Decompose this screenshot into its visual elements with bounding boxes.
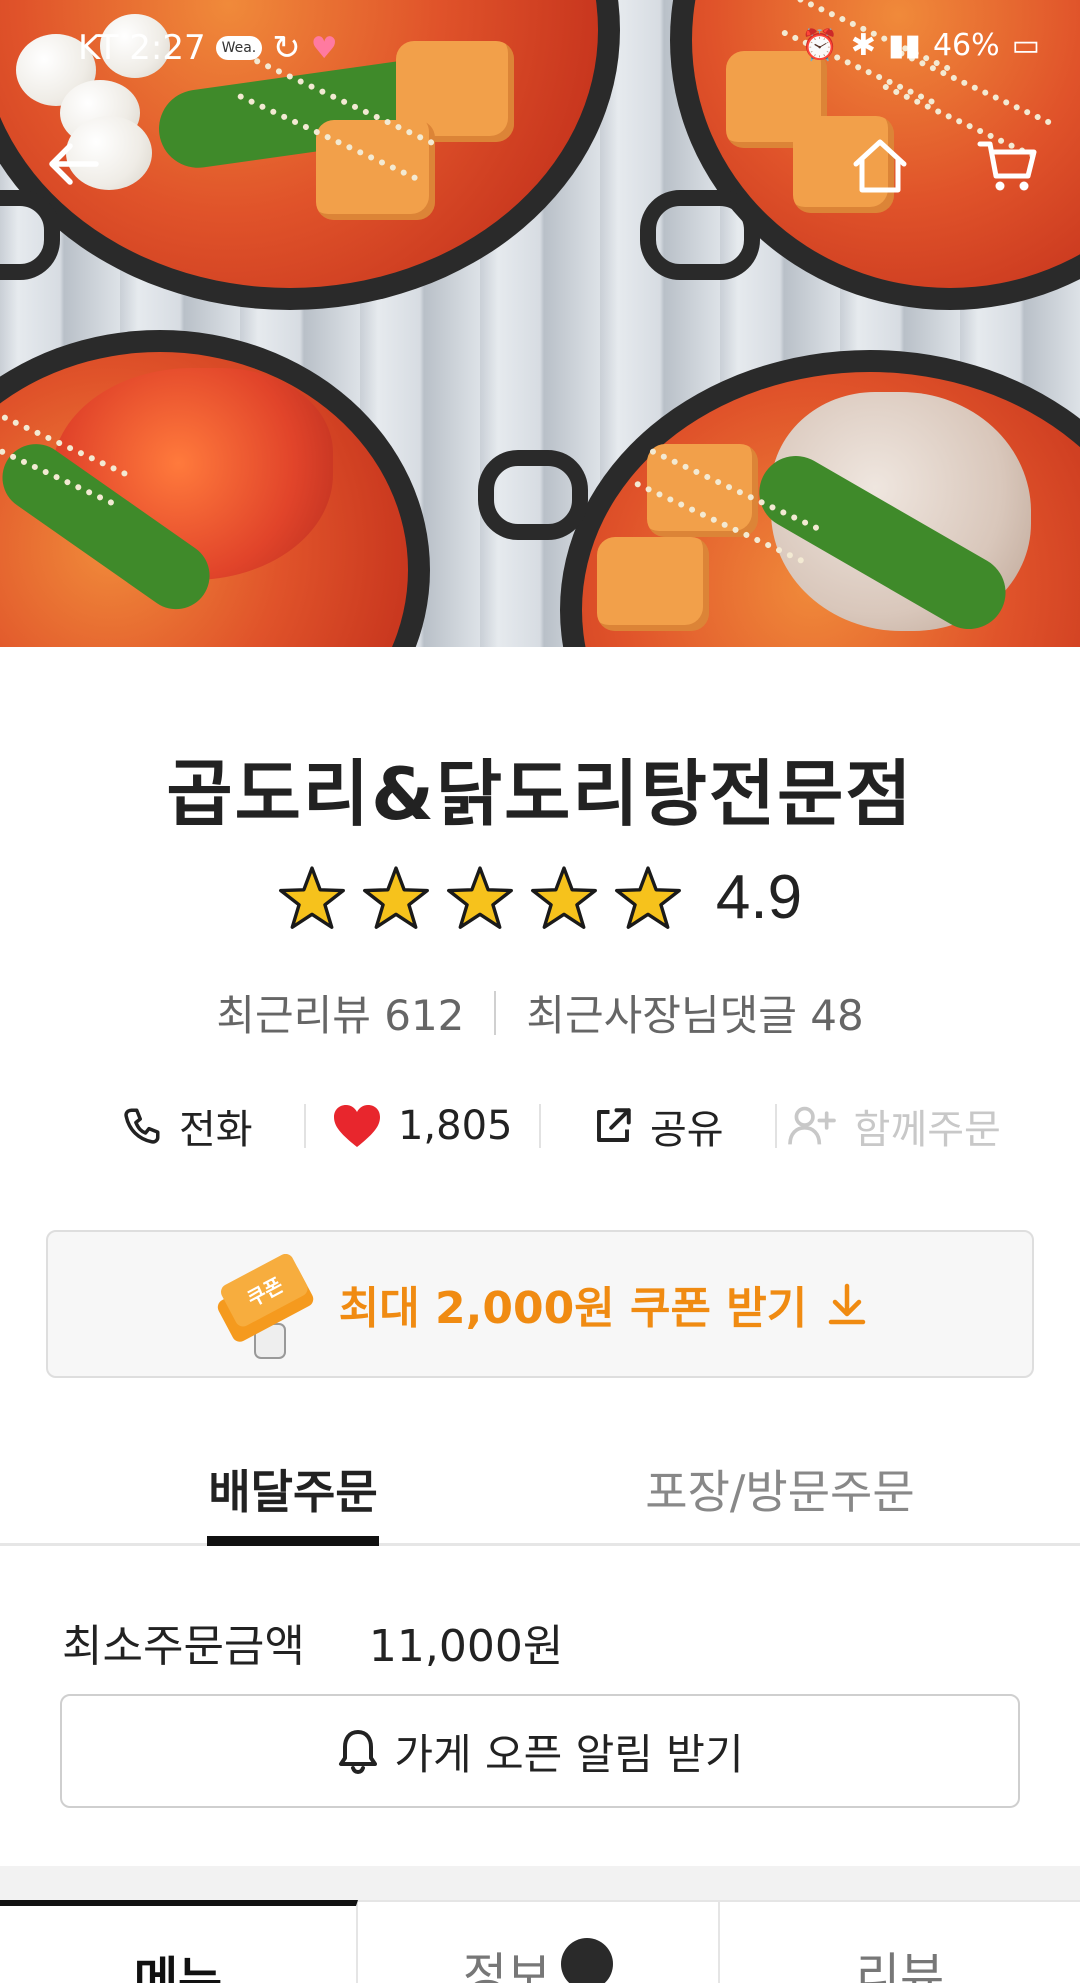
arrow-left-icon (49, 143, 99, 185)
coupon-ticket-icon: 쿠폰 (211, 1253, 321, 1359)
cart-button[interactable] (966, 124, 1050, 208)
like-button[interactable]: 1,805 (306, 1096, 540, 1156)
divider (494, 990, 497, 1035)
open-notification-label: 가게 오픈 알림 받기 (394, 1729, 744, 1779)
battery-icon: ▭ (1011, 28, 1040, 63)
status-bar: KT 2:27 Wea. ↻ ♥ ⏰ ✱ ▮▮ 46% ▭ (0, 28, 1080, 78)
store-name: 곱도리&닭도리탕전문점 (166, 752, 914, 836)
group-order-button[interactable]: 함께주문 (777, 1096, 1011, 1156)
open-notification-button[interactable]: 가게 오픈 알림 받기 (60, 1694, 1020, 1808)
content-tabs: 메뉴 정보 리뷰 (0, 1900, 1080, 1983)
download-icon (829, 1283, 866, 1325)
hero-pot-meat (560, 350, 1080, 647)
info-badge-icon (561, 1938, 614, 1983)
tab-menu[interactable]: 메뉴 (0, 1900, 358, 1983)
owner-replies-link[interactable]: 최근사장님댓글 48 (526, 982, 863, 1043)
star-icon (530, 865, 597, 929)
tab-info[interactable]: 정보 (358, 1900, 720, 1983)
bell-icon (339, 1730, 378, 1774)
status-carrier-time: KT 2:27 (78, 28, 206, 68)
star-icon (614, 865, 681, 929)
order-type-tabs: 배달주문 포장/방문주문 (0, 1440, 1080, 1546)
hero-pot-handle (478, 450, 588, 540)
tab-pickup[interactable]: 포장/방문주문 (630, 1440, 930, 1546)
store-hero-image: KT 2:27 Wea. ↻ ♥ ⏰ ✱ ▮▮ 46% ▭ (0, 0, 1080, 647)
tab-menu-label: 메뉴 (133, 1952, 223, 1983)
battery-percent: 46% (932, 28, 1000, 63)
share-label: 공유 (649, 1107, 724, 1153)
tab-review[interactable]: 리뷰 (720, 1900, 1080, 1983)
star-icon (446, 865, 513, 929)
home-icon (853, 139, 907, 193)
bluetooth-icon: ✱ (850, 28, 876, 63)
coupon-download-button[interactable]: 쿠폰 최대 2,000원 쿠폰 받기 (46, 1230, 1034, 1378)
call-button[interactable]: 전화 (70, 1096, 304, 1156)
group-order-label: 함께주문 (853, 1107, 1001, 1153)
tab-review-label: 리뷰 (855, 1948, 945, 1983)
sync-icon: ↻ (272, 28, 301, 68)
add-user-icon (787, 1106, 836, 1145)
back-button[interactable] (32, 122, 116, 206)
hero-pot-handle (640, 190, 760, 280)
store-actions: 전화 1,805 공유 함께주문 (70, 1096, 1010, 1156)
like-count: 1,805 (397, 1103, 513, 1149)
home-button[interactable] (838, 124, 922, 208)
signal-icon: ▮▮ (887, 28, 921, 63)
call-label: 전화 (178, 1107, 253, 1153)
tab-delivery[interactable]: 배달주문 (207, 1440, 379, 1546)
alarm-icon: ⏰ (801, 28, 839, 63)
recent-reviews-link[interactable]: 최근리뷰 612 (216, 982, 464, 1043)
tab-info-label: 정보 (462, 1948, 552, 1983)
star-icon (278, 865, 345, 929)
weather-icon: Wea. (215, 36, 263, 60)
section-divider (0, 1866, 1080, 1900)
coupon-text: 최대 2,000원 쿠폰 받기 (338, 1283, 808, 1334)
hero-pot-crab (0, 330, 430, 647)
rating-value: 4.9 (715, 863, 803, 932)
rating-row: 4.9 (0, 862, 1080, 933)
notification-heart-icon: ♥ (310, 30, 338, 66)
share-button[interactable]: 공유 (541, 1096, 775, 1156)
min-order-value: 11,000원 (368, 1621, 564, 1672)
review-stats: 최근리뷰 612 최근사장님댓글 48 (0, 982, 1080, 1043)
minimum-order: 최소주문금액 11,000원 (62, 1610, 563, 1674)
share-icon (596, 1108, 631, 1142)
heart-icon (333, 1105, 380, 1147)
cart-icon (977, 141, 1037, 191)
star-icon (362, 865, 429, 929)
phone-icon (124, 1108, 160, 1144)
min-order-label: 최소주문금액 (62, 1621, 305, 1672)
